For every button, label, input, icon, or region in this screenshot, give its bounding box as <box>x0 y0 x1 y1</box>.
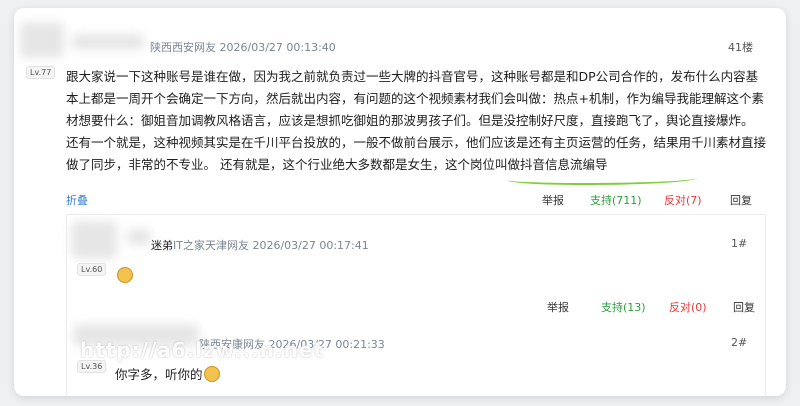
reply-box: 迷弟 IT之家天津网友 2026/03/27 00:17:41 1# Lv.60… <box>66 214 766 320</box>
highlight-underline <box>507 173 697 185</box>
reply-button[interactable]: 回复 <box>733 299 755 315</box>
laugh-emoji-icon <box>204 366 220 382</box>
floor-number: 2# <box>731 336 748 349</box>
watermark: http://a6.lzw...n.net <box>80 338 324 362</box>
avatar[interactable] <box>71 221 117 259</box>
support-button[interactable]: 支持(711) <box>590 192 642 208</box>
fold-link[interactable]: 折叠 <box>66 192 88 208</box>
grin-emoji-icon <box>117 267 133 283</box>
oppose-button[interactable]: 反对(0) <box>669 299 707 315</box>
floor-number: 41楼 <box>728 41 753 54</box>
support-button[interactable]: 支持(13) <box>601 299 646 315</box>
oppose-button[interactable]: 反对(7) <box>664 192 702 208</box>
floor-number: 1# <box>731 237 748 250</box>
reply-content: 你字多，听你的 <box>115 367 203 382</box>
user-info: IT之家天津网友 2026/03/27 00:17:41 <box>173 239 369 252</box>
report-button[interactable]: 举报 <box>547 299 569 315</box>
avatar[interactable] <box>20 22 64 58</box>
comment-card: 陕西西安网友 2026/03/27 00:13:40 Lv.77 41楼 跟大家… <box>14 8 786 396</box>
reply-button[interactable]: 回复 <box>730 192 752 208</box>
report-button[interactable]: 举报 <box>542 192 564 208</box>
username-blurred[interactable] <box>72 34 144 50</box>
comment-content: 跟大家说一下这种账号是谁在做，因为我之前就负责过一些大牌的抖音官号，这种账号都是… <box>66 69 767 172</box>
level-badge: Lv.77 <box>26 66 56 79</box>
username-tail[interactable]: 迷弟 <box>151 237 173 253</box>
username-blurred[interactable] <box>127 229 151 245</box>
user-info: 陕西西安网友 2026/03/27 00:13:40 <box>150 41 336 54</box>
level-badge: Lv.60 <box>77 263 107 276</box>
